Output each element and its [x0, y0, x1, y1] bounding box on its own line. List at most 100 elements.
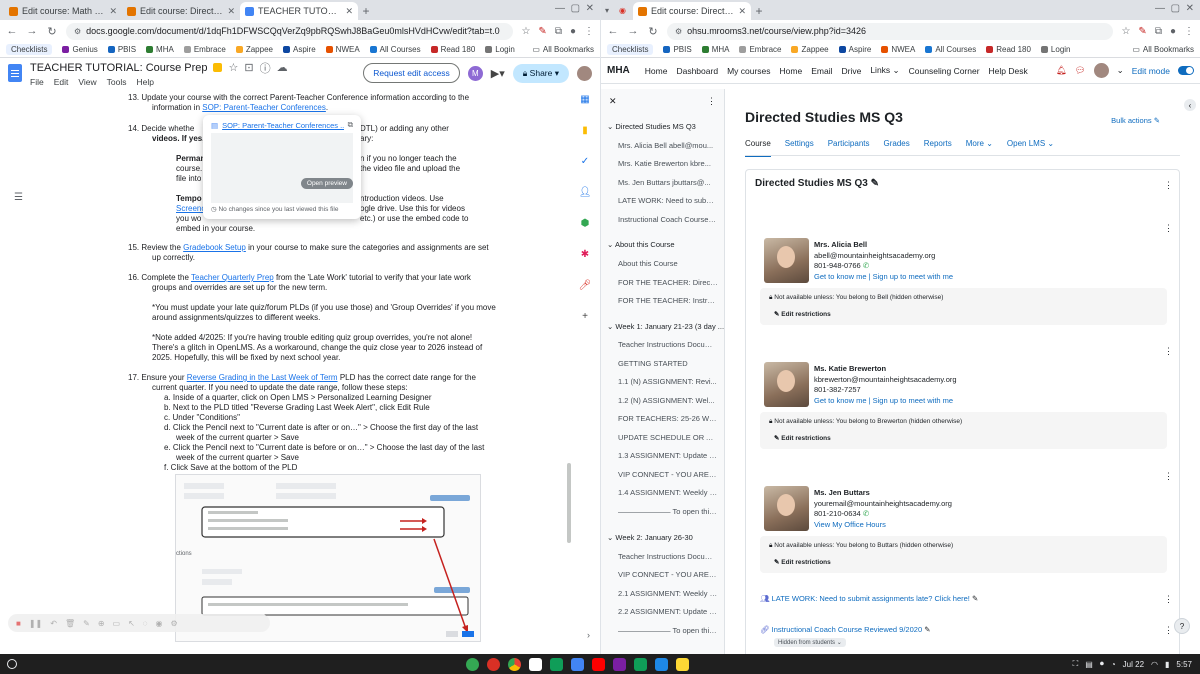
bookmark-embrace[interactable]: Embrace — [183, 45, 226, 54]
nav-my-courses[interactable]: My courses — [727, 66, 770, 76]
star-icon[interactable]: ☆ — [1121, 26, 1130, 37]
cursor-icon[interactable]: ↖ — [128, 619, 135, 628]
youtube-icon[interactable] — [592, 657, 605, 671]
bookmark-genius[interactable]: Genius — [62, 45, 98, 54]
bookmark-zappee[interactable]: Zappee — [791, 45, 829, 54]
add-addon-icon[interactable]: + — [582, 311, 588, 322]
screen-capture-icon[interactable]: ⛶ — [1073, 659, 1079, 669]
site-info-icon[interactable]: ⚙ — [675, 27, 682, 36]
bookmark-login[interactable]: Login — [485, 45, 515, 54]
extension-icon[interactable]: ✎ — [538, 26, 546, 37]
activity-menu-icon[interactable]: ⋮ — [1164, 223, 1173, 234]
phone-hub-icon[interactable] — [466, 657, 479, 671]
drawer-menu-icon[interactable]: ⋮ — [707, 96, 716, 107]
sheets-icon[interactable] — [634, 657, 647, 671]
outline-icon[interactable]: ☰ — [14, 192, 23, 203]
contacts-icon[interactable]: 👤︎ — [579, 187, 592, 198]
gmail-icon[interactable] — [529, 657, 542, 671]
share-button[interactable]: 🔒︎ Share ▾ — [512, 63, 569, 83]
site-brand[interactable]: MHA — [607, 65, 630, 76]
preview-thumbnail[interactable] — [211, 133, 353, 203]
clipboard-icon[interactable]: ▤ — [1085, 660, 1093, 669]
edit-mode-toggle[interactable] — [1178, 66, 1194, 75]
nav-drive[interactable]: Drive — [841, 66, 861, 76]
settings-icon[interactable]: ⚙ — [171, 619, 178, 628]
edit-restrictions-link[interactable]: ✎ Edit restrictions — [774, 434, 831, 442]
index-item[interactable]: Instructional Coach Course Re... — [601, 215, 724, 224]
move-icon[interactable]: ⊡ — [244, 61, 253, 74]
window-controls-icon[interactable]: — ▢ ✕ — [555, 3, 594, 14]
maps-icon[interactable]: ⬢ — [581, 218, 590, 229]
tab-search-icon[interactable]: ▾ — [605, 6, 619, 15]
bookmark-mha[interactable]: MHA — [701, 45, 729, 54]
user-avatar[interactable] — [1093, 63, 1109, 78]
index-item[interactable]: 1.2 (N) ASSIGNMENT: Wel... — [601, 396, 724, 405]
undo-icon[interactable]: ↶ — [50, 619, 57, 628]
teacher-links[interactable]: Get to know me | Sign up to meet with me — [814, 272, 953, 283]
bookmark-all-courses[interactable]: All Courses — [369, 45, 421, 54]
keep-app-icon[interactable] — [676, 657, 689, 671]
teacher-quarterly-prep-link[interactable]: Teacher Quarterly Prep — [191, 273, 274, 282]
bookmark-checklists[interactable]: Checklists — [6, 44, 53, 55]
doc-title[interactable]: TEACHER TUTORIAL: Course Prep — [30, 62, 207, 74]
stop-icon[interactable]: ■ — [16, 619, 21, 628]
block-drawer-toggle-icon[interactable]: ‹ — [1184, 99, 1196, 111]
hidden-badge[interactable]: Hidden from students ⌄ — [774, 638, 846, 647]
launcher-icon[interactable] — [7, 659, 17, 669]
reload-icon[interactable]: ↻ — [46, 25, 58, 38]
index-item[interactable]: FOR THE TEACHER: Instructio... — [601, 296, 724, 305]
tab-teacher-tutorial[interactable]: TEACHER TUTORIAL: Course Pr✕ — [240, 2, 358, 20]
bookmark-read180[interactable]: Read 180 — [430, 45, 475, 54]
index-section-week2[interactable]: ⌄ Week 2: January 26-30 — [601, 533, 724, 542]
puzzle-icon[interactable]: ⧉ — [1155, 26, 1162, 37]
bookmark-checklists[interactable]: Checklists — [607, 44, 654, 55]
nav-links[interactable]: Links ⌄ — [870, 65, 899, 76]
bookmark-nwea[interactable]: NWEA — [881, 45, 915, 54]
bookmark-aspire[interactable]: Aspire — [282, 45, 316, 54]
index-item[interactable]: Teacher Instructions Docume... — [601, 552, 724, 561]
index-item[interactable]: ——————— To open this w... — [601, 626, 724, 635]
sop-link[interactable]: SOP: Parent-Teacher Conferences — [202, 103, 326, 112]
trash-icon[interactable]: 🗑︎ — [65, 619, 75, 628]
docs-logo-icon[interactable] — [8, 64, 22, 82]
index-item[interactable]: 2.2 ASSIGNMENT: Update you... — [601, 607, 724, 616]
menu-tools[interactable]: Tools — [107, 77, 127, 87]
bookmark-pbis[interactable]: PBIS — [107, 45, 136, 54]
zoom-icon[interactable]: ⊕ — [98, 619, 105, 628]
teacher-links[interactable]: View My Office Hours — [814, 520, 952, 531]
index-item[interactable]: LATE WORK: Need to submit a... — [601, 196, 724, 205]
back-icon[interactable]: ← — [6, 25, 18, 37]
bookmark-aspire[interactable]: Aspire — [838, 45, 871, 54]
profile-icon[interactable]: ● — [1170, 26, 1176, 37]
menu-help[interactable]: Help — [136, 77, 153, 87]
keep-icon[interactable]: ▮ — [582, 125, 588, 136]
nav-help-desk[interactable]: Help Desk — [989, 66, 1028, 76]
star-icon[interactable]: ☆ — [521, 26, 530, 37]
menu-edit[interactable]: Edit — [54, 77, 69, 87]
star-icon[interactable]: ☆ — [228, 61, 238, 74]
index-section-course[interactable]: ⌄ Directed Studies MS Q3 — [601, 122, 724, 131]
calendar-icon[interactable]: ▦ — [580, 94, 589, 105]
chrome-icon[interactable] — [508, 657, 521, 671]
tab-directed-studies[interactable]: Edit course: Directed Studies M✕ — [122, 2, 240, 20]
stop-recording-icon[interactable]: ⏺ — [1100, 659, 1104, 669]
forward-icon[interactable]: → — [627, 25, 639, 37]
activity-menu-icon[interactable]: ⋮ — [1164, 625, 1173, 636]
mic-icon[interactable]: 🎤︎ — [579, 280, 592, 291]
address-bar[interactable]: ⚙ docs.google.com/document/d/1dqFh1DFWSCQ… — [66, 22, 514, 40]
close-icon[interactable]: ✕ — [738, 6, 746, 17]
vertical-scrollbar[interactable] — [567, 463, 571, 543]
slack-icon[interactable]: ✱ — [581, 249, 589, 260]
account-avatar[interactable] — [577, 65, 592, 81]
bookmark-nwea[interactable]: NWEA — [325, 45, 360, 54]
bookmark-mha[interactable]: MHA — [146, 45, 174, 54]
all-bookmarks[interactable]: ▭ All Bookmarks — [1132, 45, 1194, 54]
coach-review-activity[interactable]: 🔗︎ Instructional Coach Course Reviewed 9… — [760, 625, 1167, 634]
nav-dashboard[interactable]: Dashboard — [676, 66, 718, 76]
activity-menu-icon[interactable]: ⋮ — [1164, 346, 1173, 357]
index-section-week1[interactable]: ⌄ Week 1: January 21-23 (3 day ... — [601, 322, 724, 331]
index-item[interactable]: 2.1 ASSIGNMENT: Weekly VIP ... — [601, 589, 724, 598]
meet-icon[interactable]: ▶︎▾ — [491, 67, 505, 80]
notifications-icon[interactable]: 🔔︎ — [1056, 65, 1067, 76]
highlighter-icon[interactable]: ▭ — [113, 619, 121, 628]
